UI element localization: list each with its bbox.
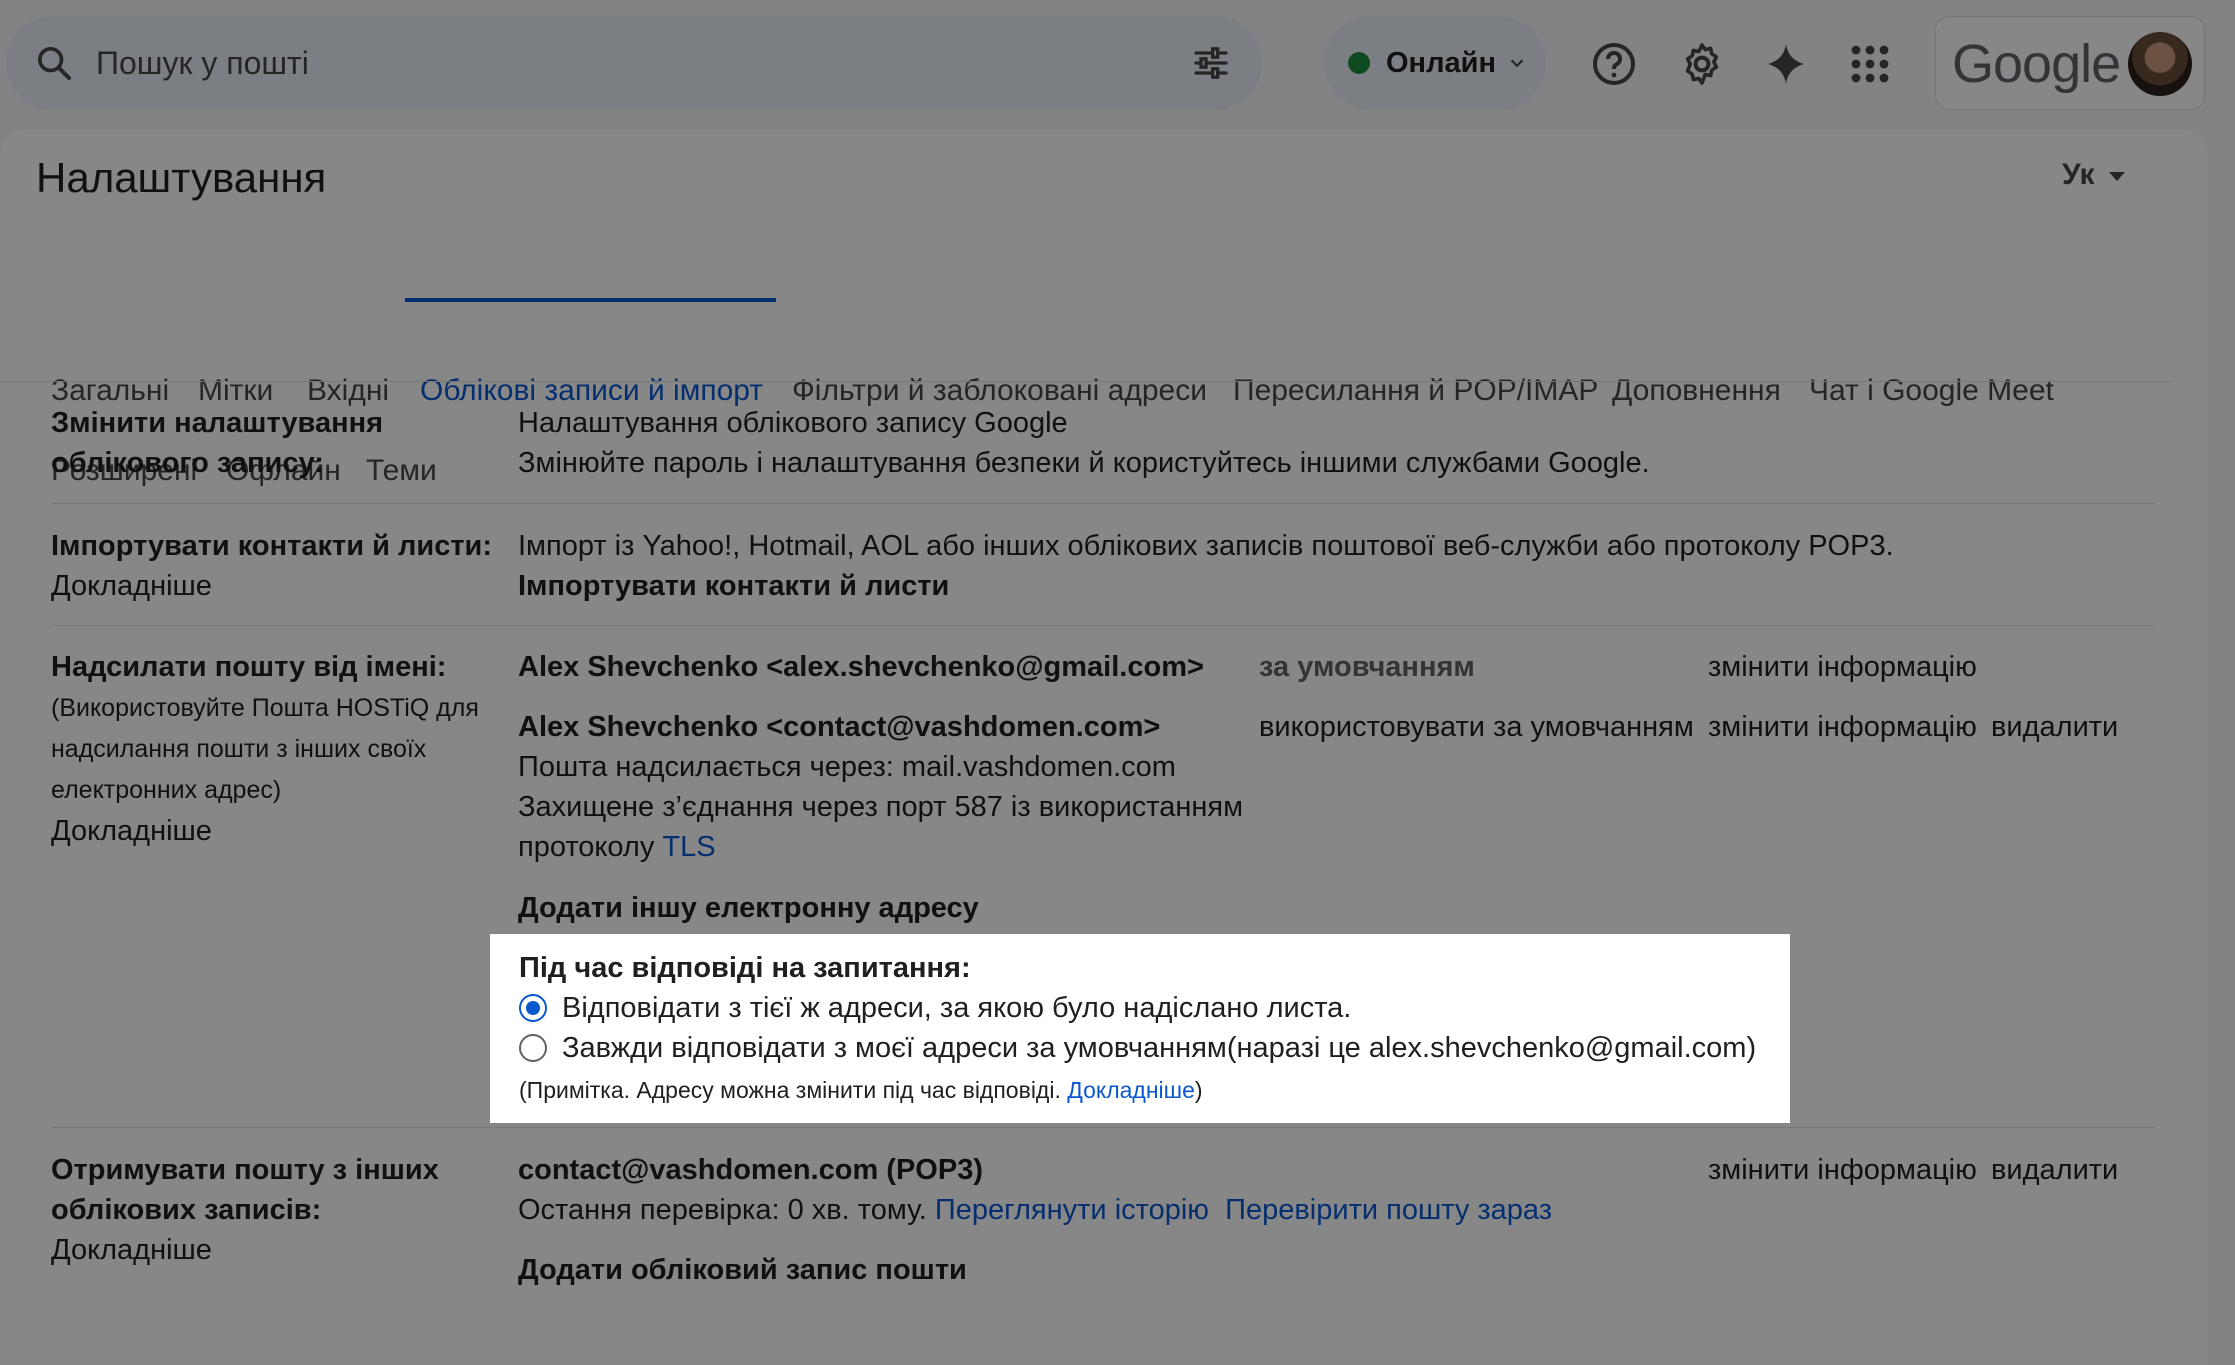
hint-line: надсилання пошти з інших своїх bbox=[51, 735, 427, 763]
reply-default-address-label[interactable]: Завжди відповідати з моєї адреси за умов… bbox=[562, 1028, 1756, 1068]
active-tab-indicator bbox=[405, 298, 776, 302]
import-learn-more-link[interactable]: Докладніше bbox=[51, 566, 212, 606]
last-check-row: Остання перевірка: 0 хв. тому. Перегляну… bbox=[518, 1190, 1552, 1230]
tabs-divider bbox=[0, 381, 2173, 382]
filter-options-icon[interactable] bbox=[1191, 43, 1231, 83]
apps-grid-icon[interactable] bbox=[1846, 40, 1894, 88]
row-divider bbox=[51, 503, 2155, 504]
hint-line: електронних адрес) bbox=[51, 776, 282, 804]
smtp-server-info: Пошта надсилається через: mail.vashdomen… bbox=[518, 751, 1176, 783]
reply-same-address-radio[interactable] bbox=[519, 994, 547, 1022]
reply-default-address-radio[interactable] bbox=[519, 1034, 547, 1062]
help-icon[interactable] bbox=[1590, 40, 1638, 88]
tab-forwarding[interactable]: Пересилання й POP/IMAP bbox=[1233, 374, 1598, 408]
secure-connection-info: Захищене з’єднання через порт 587 із вик… bbox=[518, 791, 1244, 823]
protocol-text: протоколу bbox=[518, 831, 655, 863]
reply-learn-more-link[interactable]: Докладніше bbox=[1067, 1077, 1195, 1103]
search-icon[interactable] bbox=[34, 43, 74, 83]
language-label: Ук bbox=[2062, 158, 2095, 191]
check-mail-now-link[interactable]: Перевірити пошту зараз bbox=[1225, 1194, 1552, 1226]
edit-info-link[interactable]: змінити інформацію bbox=[1708, 647, 1977, 687]
tls-link[interactable]: TLS bbox=[662, 831, 715, 863]
online-status-dot bbox=[1348, 52, 1370, 74]
input-language-selector[interactable]: Ук bbox=[2062, 158, 2125, 192]
label-line: Отримувати пошту з інших bbox=[51, 1154, 439, 1186]
reply-from-section: Під час відповіді на запитання: Відповід… bbox=[490, 934, 1790, 1123]
send-as-label: Надсилати пошту від імені: bbox=[51, 651, 447, 683]
gear-icon[interactable] bbox=[1678, 40, 1726, 88]
note-text: (Примітка. Адресу можна змінити під час … bbox=[519, 1077, 1061, 1103]
top-bar: Пошук у пошті Онлайн Google bbox=[0, 0, 2235, 130]
status-selector[interactable]: Онлайн bbox=[1324, 16, 1546, 110]
default-label: за умовчанням bbox=[1259, 651, 1475, 683]
search-bar[interactable]: Пошук у пошті bbox=[6, 16, 1262, 110]
account-switcher[interactable]: Google bbox=[1935, 16, 2205, 110]
send-as-learn-more-link[interactable]: Докладніше bbox=[51, 811, 212, 851]
check-mail-learn-more-link[interactable]: Докладніше bbox=[51, 1230, 212, 1270]
gemini-sparkle-icon[interactable] bbox=[1762, 40, 1810, 88]
edit-info-link[interactable]: змінити інформацію bbox=[1708, 707, 1977, 747]
import-contacts-mail-link[interactable]: Імпортувати контакти й листи bbox=[518, 566, 949, 606]
row-divider bbox=[51, 625, 2155, 626]
search-input[interactable]: Пошук у пошті bbox=[96, 16, 309, 110]
check-mail-label: Отримувати пошту з інших облікових записі… bbox=[51, 1150, 439, 1230]
label-line: облікових записів: bbox=[51, 1194, 322, 1226]
note-suffix: ) bbox=[1194, 1077, 1203, 1103]
reply-same-address-label[interactable]: Відповідати з тієї ж адреси, за якою бул… bbox=[562, 988, 1351, 1028]
import-label: Імпортувати контакти й листи: bbox=[51, 530, 493, 562]
chevron-down-icon bbox=[1510, 59, 1524, 68]
pop3-account: contact@vashdomen.com (POP3) bbox=[518, 1154, 983, 1186]
tab-chat-meet[interactable]: Чат і Google Meet bbox=[1809, 374, 2054, 408]
reply-title: Під час відповіді на запитання: bbox=[519, 952, 971, 984]
change-account-description: Змінюйте пароль і налаштування безпеки й… bbox=[518, 447, 1650, 479]
status-label: Онлайн bbox=[1386, 47, 1496, 79]
send-as-address-secondary: Alex Shevchenko <contact@vashdomen.com> bbox=[518, 711, 1161, 743]
edit-info-link[interactable]: змінити інформацію bbox=[1708, 1150, 1977, 1190]
avatar[interactable] bbox=[2128, 32, 2192, 96]
last-check-text: Остання перевірка: 0 хв. тому. bbox=[518, 1194, 927, 1226]
change-account-label: Змінити налаштування облікового запису: bbox=[51, 403, 383, 483]
add-mail-account-link[interactable]: Додати обліковий запис пошти bbox=[518, 1250, 967, 1290]
send-as-address-primary: Alex Shevchenko <alex.shevchenko@gmail.c… bbox=[518, 651, 1204, 683]
google-account-settings-link[interactable]: Налаштування облікового запису Google bbox=[518, 403, 1068, 443]
row-divider bbox=[51, 1127, 2155, 1128]
make-default-link[interactable]: використовувати за умовчанням bbox=[1259, 707, 1694, 747]
page-title: Налаштування bbox=[36, 154, 327, 201]
label-line: облікового запису: bbox=[51, 447, 324, 479]
delete-link[interactable]: видалити bbox=[1991, 1150, 2118, 1190]
import-description: Імпорт із Yahoo!, Hotmail, AOL або інших… bbox=[518, 530, 1894, 562]
google-logo: Google bbox=[1952, 34, 2121, 94]
tab-addons[interactable]: Доповнення bbox=[1612, 374, 1781, 408]
label-line: Змінити налаштування bbox=[51, 407, 384, 439]
delete-link[interactable]: видалити bbox=[1991, 707, 2118, 747]
caret-down-icon bbox=[2108, 171, 2125, 181]
hint-line: (Використовуйте Пошта HOSTiQ для bbox=[51, 694, 479, 722]
view-history-link[interactable]: Переглянути історію bbox=[935, 1194, 1209, 1226]
send-as-hint: (Використовуйте Пошта HOSTiQ для надсилан… bbox=[51, 688, 479, 811]
add-another-address-link[interactable]: Додати іншу електронну адресу bbox=[518, 888, 979, 928]
reply-note: (Примітка. Адресу можна змінити під час … bbox=[519, 1070, 1203, 1110]
secure-connection-protocol: протоколу TLS bbox=[518, 827, 716, 867]
